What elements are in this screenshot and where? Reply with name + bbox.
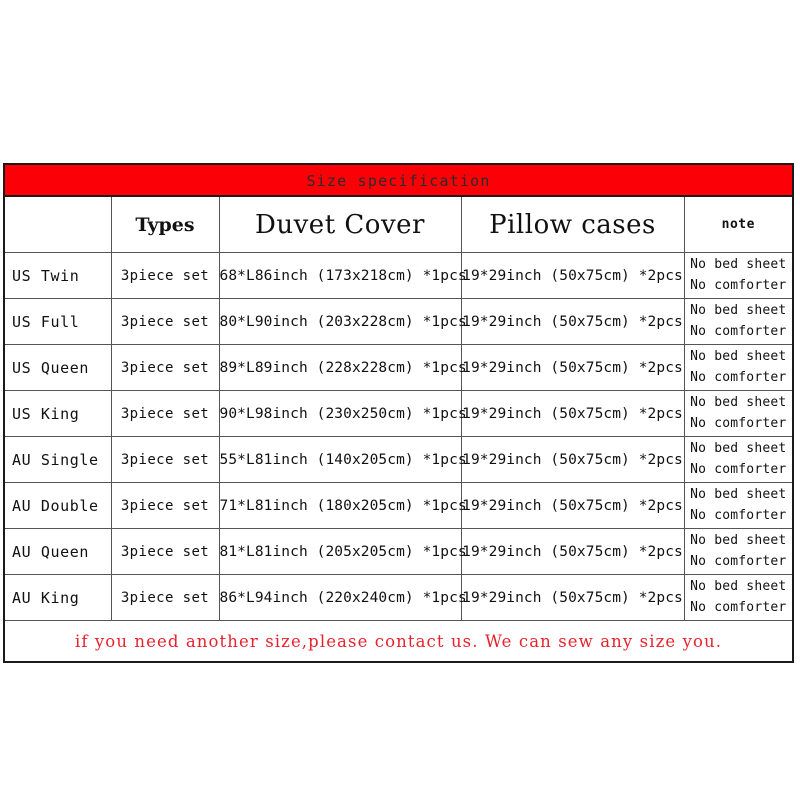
table-row: AU Double 3piece set 71*L81inch (180x205…: [3, 482, 794, 529]
header-note: note: [683, 195, 794, 253]
row-size-name: US Queen: [3, 344, 112, 391]
header-duvet-cover: Duvet Cover: [218, 195, 462, 253]
row-note: No bed sheet No comforter: [683, 574, 794, 621]
table-row: US King 3piece set 90*L98inch (230x250cm…: [3, 390, 794, 437]
row-note-line-2: No comforter: [690, 599, 787, 615]
row-note-line-2: No comforter: [690, 277, 787, 293]
table-row: US Twin 3piece set 68*L86inch (173x218cm…: [3, 252, 794, 299]
row-duvet-size: 80*L90inch (203x228cm) *1pcs: [218, 298, 467, 345]
row-duvet-size: 89*L89inch (228x228cm) *1pcs: [218, 344, 467, 391]
row-note: No bed sheet No comforter: [683, 298, 794, 345]
row-note: No bed sheet No comforter: [683, 344, 794, 391]
row-pillow-size: 19*29inch (50x75cm) *2pcs: [460, 574, 685, 621]
row-pillow-size: 19*29inch (50x75cm) *2pcs: [460, 298, 685, 345]
row-note: No bed sheet No comforter: [683, 390, 794, 437]
size-specification-table: Size specification Types Duvet Cover Pil…: [3, 163, 795, 663]
table-row: US Queen 3piece set 89*L89inch (228x228c…: [3, 344, 794, 391]
table-row: AU Queen 3piece set 81*L81inch (205x205c…: [3, 528, 794, 575]
row-note-line-1: No bed sheet: [690, 579, 787, 595]
row-note-line-1: No bed sheet: [690, 533, 787, 549]
row-duvet-size: 71*L81inch (180x205cm) *1pcs: [218, 482, 467, 529]
table-footer-row: if you need another size,please contact …: [4, 620, 794, 663]
row-note-line-2: No comforter: [690, 415, 787, 431]
contact-note-text: if you need another size,please contact …: [74, 631, 723, 651]
row-size-name: US Full: [3, 298, 112, 345]
row-size-name: US King: [3, 390, 112, 437]
row-note-line-1: No bed sheet: [690, 441, 787, 457]
table-footer-cell: if you need another size,please contact …: [4, 620, 794, 663]
row-note: No bed sheet No comforter: [683, 482, 794, 529]
row-note-line-2: No comforter: [690, 461, 787, 477]
row-note-line-1: No bed sheet: [690, 487, 787, 503]
row-set-count: 3piece set: [110, 574, 220, 621]
row-set-count: 3piece set: [110, 298, 220, 345]
row-note-line-1: No bed sheet: [690, 349, 787, 365]
row-duvet-size: 81*L81inch (205x205cm) *1pcs: [218, 528, 467, 575]
row-set-count: 3piece set: [110, 436, 220, 483]
row-pillow-size: 19*29inch (50x75cm) *2pcs: [460, 344, 685, 391]
row-note: No bed sheet No comforter: [683, 436, 794, 483]
table-title-row: Size specification: [4, 164, 794, 197]
row-note-line-2: No comforter: [690, 323, 787, 339]
row-duvet-size: 55*L81inch (140x205cm) *1pcs: [218, 436, 467, 483]
table-header-row: Types Duvet Cover Pillow cases note: [3, 195, 794, 253]
table-row: AU Single 3piece set 55*L81inch (140x205…: [3, 436, 794, 483]
row-note: No bed sheet No comforter: [683, 528, 794, 575]
row-size-name: AU Queen: [3, 528, 112, 575]
row-pillow-size: 19*29inch (50x75cm) *2pcs: [460, 252, 685, 299]
row-set-count: 3piece set: [110, 390, 220, 437]
row-duvet-size: 86*L94inch (220x240cm) *1pcs: [218, 574, 467, 621]
header-types: Types: [110, 195, 220, 253]
row-size-name: US Twin: [3, 252, 112, 299]
row-set-count: 3piece set: [110, 482, 220, 529]
row-note-line-2: No comforter: [690, 507, 787, 523]
header-blank-cell: [3, 195, 112, 253]
row-note-line-1: No bed sheet: [690, 395, 787, 411]
table-title-cell: Size specification: [4, 164, 794, 197]
row-set-count: 3piece set: [110, 252, 220, 299]
row-duvet-size: 68*L86inch (173x218cm) *1pcs: [218, 252, 467, 299]
row-pillow-size: 19*29inch (50x75cm) *2pcs: [460, 436, 685, 483]
row-note: No bed sheet No comforter: [683, 252, 794, 299]
row-duvet-size: 90*L98inch (230x250cm) *1pcs: [218, 390, 467, 437]
row-note-line-2: No comforter: [690, 553, 787, 569]
row-size-name: AU Single: [3, 436, 112, 483]
row-pillow-size: 19*29inch (50x75cm) *2pcs: [460, 390, 685, 437]
row-pillow-size: 19*29inch (50x75cm) *2pcs: [460, 482, 685, 529]
row-set-count: 3piece set: [110, 344, 220, 391]
table-row: US Full 3piece set 80*L90inch (203x228cm…: [3, 298, 794, 345]
header-pillow-cases: Pillow cases: [460, 195, 685, 253]
row-note-line-1: No bed sheet: [690, 257, 787, 273]
row-note-line-2: No comforter: [690, 369, 787, 385]
row-note-line-1: No bed sheet: [690, 303, 787, 319]
row-size-name: AU King: [3, 574, 112, 621]
row-set-count: 3piece set: [110, 528, 220, 575]
row-pillow-size: 19*29inch (50x75cm) *2pcs: [460, 528, 685, 575]
page-canvas: Size specification Types Duvet Cover Pil…: [0, 0, 800, 800]
row-size-name: AU Double: [3, 482, 112, 529]
table-title-text: Size specification: [306, 171, 491, 190]
table-row: AU King 3piece set 86*L94inch (220x240cm…: [3, 574, 794, 621]
